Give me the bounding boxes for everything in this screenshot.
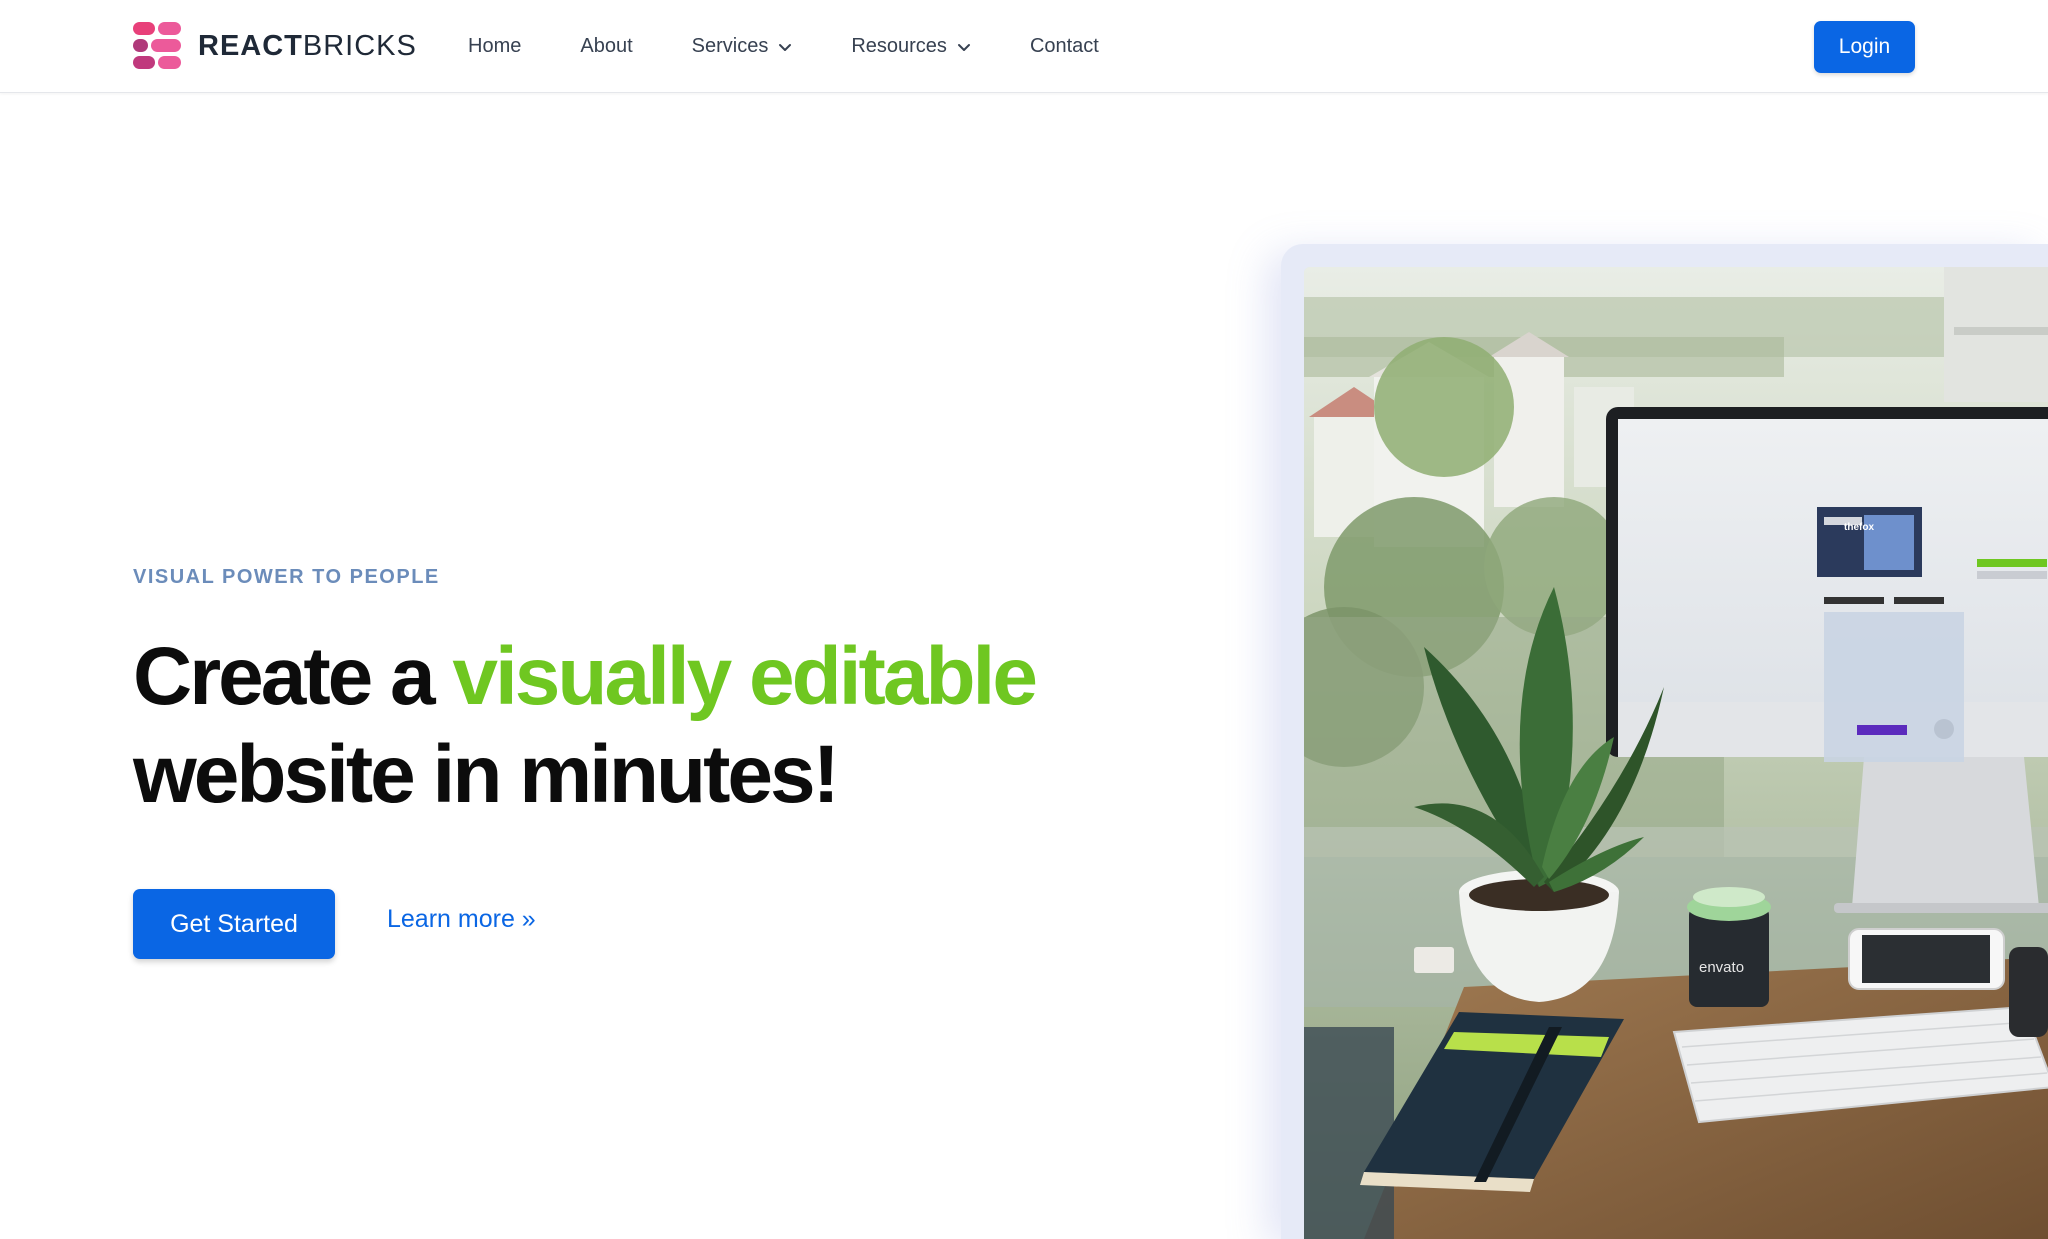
screen-brand-text: thefox <box>1844 522 1874 533</box>
cup-brand-text: envato <box>1699 959 1744 976</box>
hero-image-frame: thefox envato <box>1281 244 2048 1239</box>
nav-item-contact[interactable]: Contact <box>1030 35 1099 58</box>
brand-name: REACTBRICKS <box>198 29 417 62</box>
get-started-button[interactable]: Get Started <box>133 889 335 959</box>
nav-item-label: Home <box>468 35 522 57</box>
bricks-logo-icon <box>133 22 181 70</box>
nav-item-about[interactable]: About <box>580 35 632 58</box>
nav-item-home[interactable]: Home <box>468 35 521 58</box>
hero-eyebrow: VISUAL POWER TO PEOPLE <box>133 566 440 588</box>
desk-scene-illustration: thefox envato <box>1304 267 2048 1239</box>
chevron-down-icon <box>957 43 970 51</box>
brand-logo[interactable]: REACTBRICKS <box>133 22 417 70</box>
headline-part-2: website in minutes! <box>133 729 840 820</box>
learn-more-link[interactable]: Learn more » <box>387 905 536 934</box>
headline-part-1: Create a <box>133 631 453 722</box>
nav-item-label: Resources <box>851 35 947 57</box>
nav-item-label: Services <box>691 35 769 57</box>
chevron-down-icon <box>779 43 792 51</box>
login-button[interactable]: Login <box>1814 21 1915 73</box>
nav-item-resources[interactable]: Resources <box>851 35 971 58</box>
site-header: REACTBRICKS Home About Services Resource… <box>0 0 2048 93</box>
nav-item-label: About <box>580 35 633 57</box>
hero-headline: Create a visually editable website in min… <box>133 628 1093 824</box>
hero-image: thefox envato <box>1304 267 2048 1239</box>
nav-item-label: Contact <box>1029 35 1099 57</box>
nav-item-services[interactable]: Services <box>692 35 793 58</box>
headline-accent: visually editable <box>452 631 1037 722</box>
main-nav: Home About Services Resources Contact <box>468 0 1158 93</box>
